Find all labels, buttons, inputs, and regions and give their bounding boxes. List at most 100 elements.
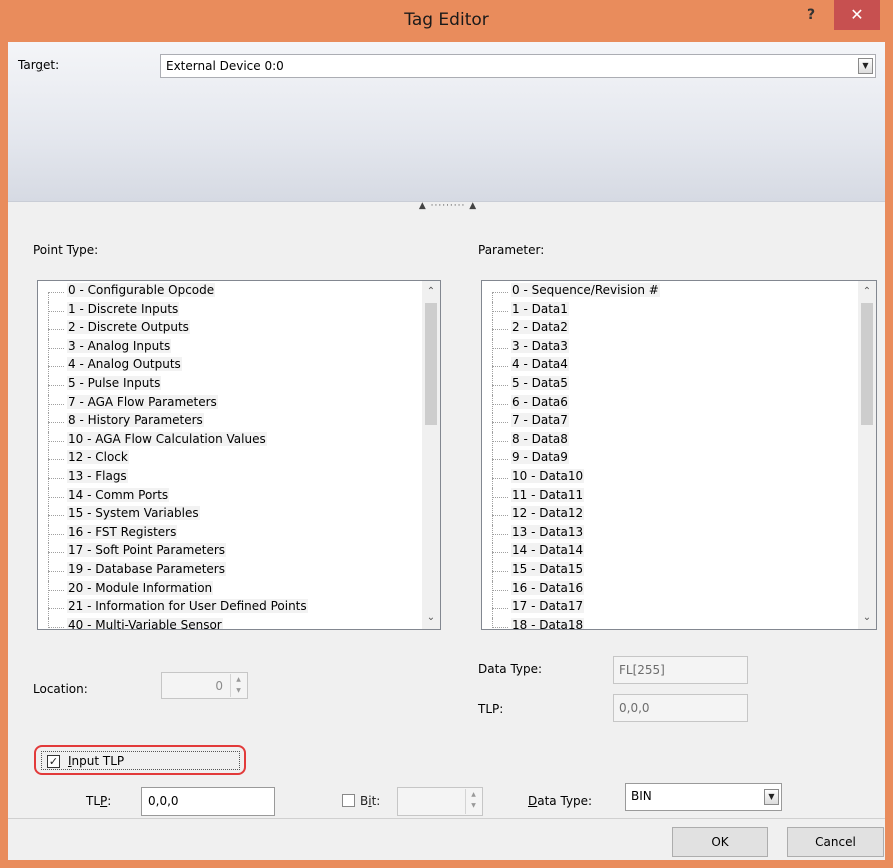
tree-item-label: 0 - Configurable Opcode: [67, 283, 216, 297]
tree-item-label: 11 - Data11: [511, 487, 585, 502]
location-spin-buttons[interactable]: ▲ ▼: [230, 674, 246, 697]
tree-item[interactable]: 10 - Data10: [482, 468, 858, 488]
tree-item-label: 18 - Data18: [511, 617, 585, 630]
bit-checkbox[interactable]: [342, 794, 355, 807]
scroll-down-icon[interactable]: ⌄: [422, 609, 440, 627]
tree-item[interactable]: 15 - Data15: [482, 561, 858, 581]
tree-item[interactable]: 11 - Data11: [482, 487, 858, 507]
target-dropdown[interactable]: External Device 0:0 ▼: [160, 54, 876, 78]
tree-item[interactable]: 8 - Data8: [482, 431, 858, 451]
tree-item[interactable]: 4 - Data4: [482, 357, 858, 376]
tree-item[interactable]: 0 - Sequence/Revision #: [482, 283, 858, 302]
tree-item[interactable]: 13 - Data13: [482, 524, 858, 544]
data-type-value: BIN: [631, 789, 652, 803]
tree-item-label: 4 - Analog Outputs: [67, 357, 182, 372]
tree-item[interactable]: 3 - Analog Inputs: [38, 338, 422, 358]
spin-down-icon[interactable]: ▼: [231, 685, 246, 696]
tree-item[interactable]: 17 - Soft Point Parameters: [38, 543, 422, 562]
close-button[interactable]: ✕: [834, 0, 880, 30]
point-type-label: Point Type:: [33, 243, 99, 257]
tree-item-label: 1 - Discrete Inputs: [67, 301, 180, 316]
tree-item-label: 15 - System Variables: [67, 506, 200, 521]
input-tlp-highlight: ✓ Input TLP: [34, 745, 246, 775]
scroll-up-icon[interactable]: ⌃: [858, 283, 876, 301]
tree-item[interactable]: 1 - Data1: [482, 301, 858, 321]
parameter-tree[interactable]: 0 - Sequence/Revision # 1 - Data1 2 - Data…: [481, 280, 877, 630]
data-type-label: Data Type:: [528, 794, 593, 808]
tree-item[interactable]: 19 - Database Parameters: [38, 561, 422, 581]
tree-item[interactable]: 12 - Clock: [38, 450, 422, 469]
tree-item-label: 13 - Flags: [67, 468, 128, 483]
tree-item-label: 4 - Data4: [511, 357, 569, 372]
tree-item-label: 2 - Data2: [511, 320, 569, 335]
tree-item[interactable]: 1 - Discrete Inputs: [38, 301, 422, 321]
target-panel: Target: External Device 0:0 ▼: [8, 42, 885, 202]
tree-item[interactable]: 15 - System Variables: [38, 506, 422, 525]
input-tlp-label[interactable]: Input TLP: [68, 754, 124, 768]
tree-item[interactable]: 6 - Data6: [482, 394, 858, 414]
tree-item[interactable]: 21 - Information for User Defined Points: [38, 599, 422, 618]
cancel-button[interactable]: Cancel: [787, 827, 884, 857]
tree-item[interactable]: 7 - AGA Flow Parameters: [38, 394, 422, 414]
tree-item-label: 8 - History Parameters: [67, 413, 204, 428]
input-tlp-checkbox[interactable]: ✓: [47, 755, 60, 768]
spin-up-icon: ▲: [471, 791, 476, 798]
tree-item[interactable]: 5 - Pulse Inputs: [38, 375, 422, 395]
bit-label[interactable]: Bit:: [360, 794, 380, 808]
chevron-down-icon[interactable]: ▼: [858, 58, 873, 74]
tree-item-label: 14 - Comm Ports: [67, 487, 170, 502]
scroll-up-icon[interactable]: ⌃: [422, 283, 440, 301]
tree-item-label: 6 - Data6: [511, 394, 569, 409]
tree-item[interactable]: 3 - Data3: [482, 338, 858, 358]
tree-item[interactable]: 14 - Comm Ports: [38, 487, 422, 507]
tree-item[interactable]: 12 - Data12: [482, 506, 858, 525]
tree-item[interactable]: 10 - AGA Flow Calculation Values: [38, 431, 422, 451]
data-type-dropdown[interactable]: BIN ▼: [625, 783, 782, 811]
help-button[interactable]: ?: [796, 4, 826, 28]
target-label: Target:: [18, 58, 60, 72]
tree-item-label: 17 - Data17: [511, 599, 585, 614]
tree-item[interactable]: 16 - FST Registers: [38, 524, 422, 544]
bit-stepper: ▲ ▼: [397, 787, 483, 816]
tree-item[interactable]: 16 - Data16: [482, 580, 858, 600]
scroll-thumb[interactable]: [425, 303, 437, 425]
location-stepper[interactable]: 0 ▲ ▼: [161, 672, 248, 699]
tree-item[interactable]: 5 - Data5: [482, 375, 858, 395]
tree-item-label: 19 - Database Parameters: [67, 561, 226, 576]
tree-item[interactable]: 7 - Data7: [482, 413, 858, 432]
tree-item[interactable]: 9 - Data9: [482, 450, 858, 469]
point-type-tree[interactable]: 0 - Configurable Opcode 1 - Discrete Inpu…: [37, 280, 441, 630]
tlp-input[interactable]: 0,0,0: [141, 787, 275, 816]
tree-item-label: 15 - Data15: [511, 561, 585, 576]
tree-item-label: 10 - Data10: [511, 468, 585, 483]
panel-splitter-handle[interactable]: ▲ ········· ▲: [403, 201, 493, 213]
tree-item-label: 10 - AGA Flow Calculation Values: [67, 431, 267, 446]
scroll-thumb[interactable]: [861, 303, 873, 425]
point-type-scrollbar[interactable]: ⌃ ⌄: [422, 281, 440, 629]
button-bar-divider: [8, 818, 885, 819]
title-bar[interactable]: Tag Editor ? ✕: [0, 0, 893, 42]
tree-item[interactable]: 13 - Flags: [38, 468, 422, 488]
tree-item[interactable]: 14 - Data14: [482, 543, 858, 562]
chevron-down-icon[interactable]: ▼: [764, 789, 779, 805]
tlp-label: TLP:: [86, 794, 112, 808]
data-type-readonly-field: FL[255]: [613, 656, 748, 684]
dialog-body: Target: External Device 0:0 ▼ ▲ ········…: [8, 42, 885, 860]
parameter-scrollbar[interactable]: ⌃ ⌄: [858, 281, 876, 629]
tlp-readonly-label: TLP:: [478, 702, 504, 716]
tree-item[interactable]: 2 - Discrete Outputs: [38, 320, 422, 339]
tree-item-label: 1 - Data1: [511, 301, 569, 316]
ok-button[interactable]: OK: [672, 827, 768, 857]
tree-item[interactable]: 8 - History Parameters: [38, 413, 422, 432]
tree-item[interactable]: 0 - Configurable Opcode: [38, 283, 422, 302]
tree-item-label: 7 - Data7: [511, 413, 569, 428]
tree-item[interactable]: 18 - Data18: [482, 617, 858, 630]
tree-item[interactable]: 40 - Multi-Variable Sensor: [38, 617, 422, 629]
tree-item[interactable]: 4 - Analog Outputs: [38, 357, 422, 376]
tree-item[interactable]: 20 - Module Information: [38, 580, 422, 600]
tree-item[interactable]: 17 - Data17: [482, 599, 858, 618]
tree-item[interactable]: 2 - Data2: [482, 320, 858, 339]
scroll-down-icon[interactable]: ⌄: [858, 609, 876, 627]
spin-up-icon[interactable]: ▲: [231, 674, 246, 685]
tree-item-label: 5 - Data5: [511, 375, 569, 390]
